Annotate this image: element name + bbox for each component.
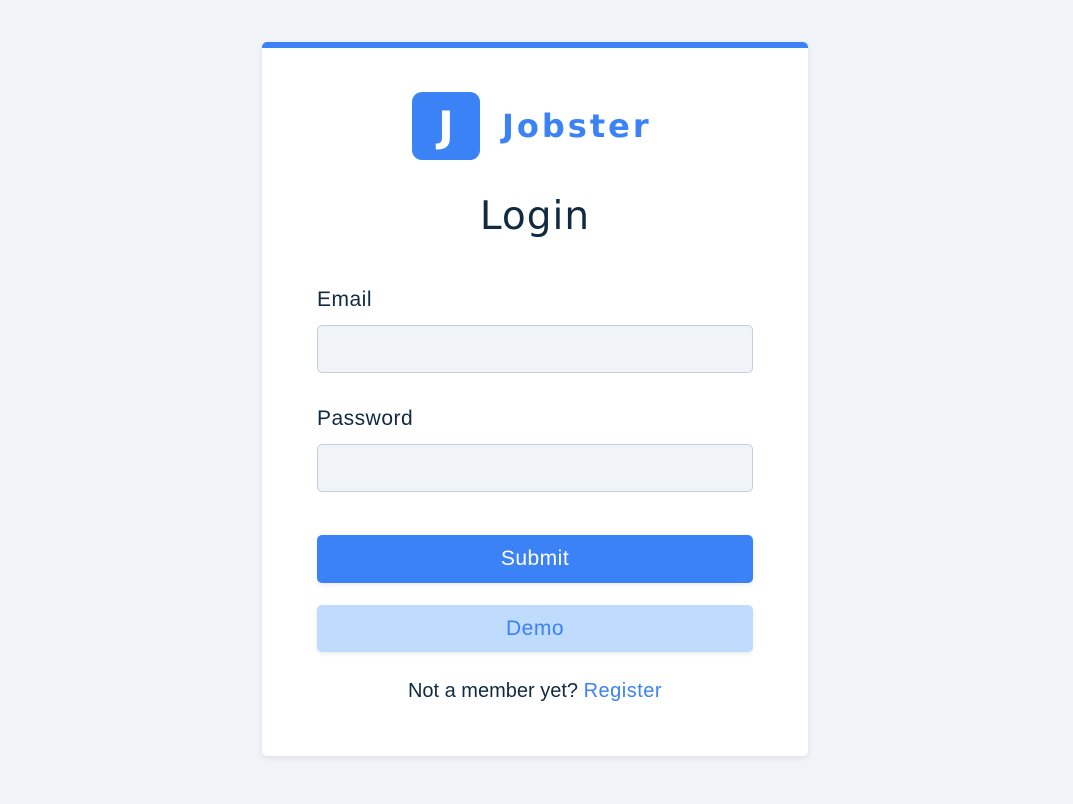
submit-button[interactable]: Submit: [317, 535, 753, 583]
logo: J Jobster: [412, 92, 652, 160]
login-card: J Jobster Login Email Password Submit De…: [262, 42, 808, 756]
password-field[interactable]: [317, 444, 753, 492]
email-label: Email: [317, 288, 373, 311]
register-prompt-text: Not a member yet?: [407, 680, 579, 702]
page-title: Login: [479, 194, 591, 239]
register-prompt: Not a member yet? Register: [262, 680, 808, 703]
logo-icon: J: [412, 92, 480, 160]
password-label: Password: [317, 407, 414, 430]
register-link[interactable]: Register: [584, 680, 662, 702]
demo-button[interactable]: Demo: [317, 605, 753, 652]
logo-letter: J: [438, 101, 454, 151]
email-field[interactable]: [317, 325, 753, 373]
brand-name: Jobster: [502, 107, 652, 145]
